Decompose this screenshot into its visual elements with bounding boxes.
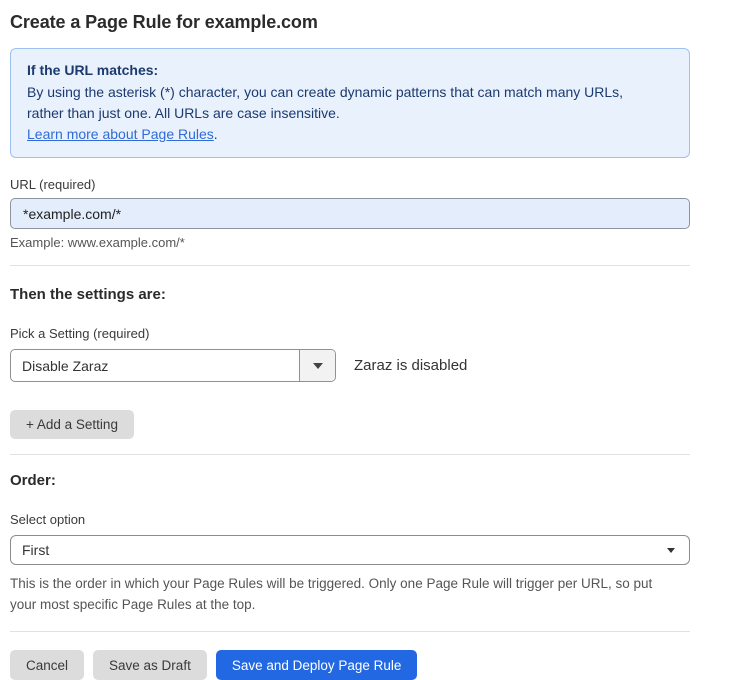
order-select-value: First <box>22 542 49 558</box>
info-box-body: By using the asterisk (*) character, you… <box>27 82 643 124</box>
order-section-heading: Order: <box>10 472 690 489</box>
caret-down-icon <box>667 548 675 553</box>
setting-status-text: Zaraz is disabled <box>354 357 467 374</box>
save-as-draft-button[interactable]: Save as Draft <box>93 650 207 680</box>
url-field-label: URL (required) <box>10 177 690 192</box>
setting-select-dropdown-button[interactable] <box>299 350 335 381</box>
setting-row: Disable Zaraz Zaraz is disabled <box>10 349 690 382</box>
settings-section-heading: Then the settings are: <box>10 286 690 303</box>
order-select-label: Select option <box>10 512 690 527</box>
page-rule-form: Create a Page Rule for example.com If th… <box>0 0 700 680</box>
setting-select-value: Disable Zaraz <box>11 350 299 381</box>
divider <box>10 631 690 632</box>
order-helper-text: This is the order in which your Page Rul… <box>10 573 682 615</box>
url-example-helper: Example: www.example.com/* <box>10 235 690 250</box>
info-box-link-line: Learn more about Page Rules. <box>27 124 673 145</box>
action-button-row: Cancel Save as Draft Save and Deploy Pag… <box>10 650 690 680</box>
setting-select[interactable]: Disable Zaraz <box>10 349 336 382</box>
info-box-heading: If the URL matches: <box>27 60 673 81</box>
cancel-button[interactable]: Cancel <box>10 650 84 680</box>
page-title: Create a Page Rule for example.com <box>10 12 690 33</box>
divider <box>10 265 690 266</box>
save-and-deploy-button[interactable]: Save and Deploy Page Rule <box>216 650 418 680</box>
link-suffix: . <box>214 126 218 142</box>
caret-down-icon <box>313 363 323 369</box>
divider <box>10 454 690 455</box>
order-select[interactable]: First <box>10 535 690 565</box>
url-match-info-box: If the URL matches: By using the asteris… <box>10 48 690 158</box>
pick-setting-label: Pick a Setting (required) <box>10 326 690 341</box>
learn-more-link[interactable]: Learn more about Page Rules <box>27 126 214 142</box>
url-input[interactable] <box>10 198 690 229</box>
add-setting-button[interactable]: + Add a Setting <box>10 410 134 439</box>
